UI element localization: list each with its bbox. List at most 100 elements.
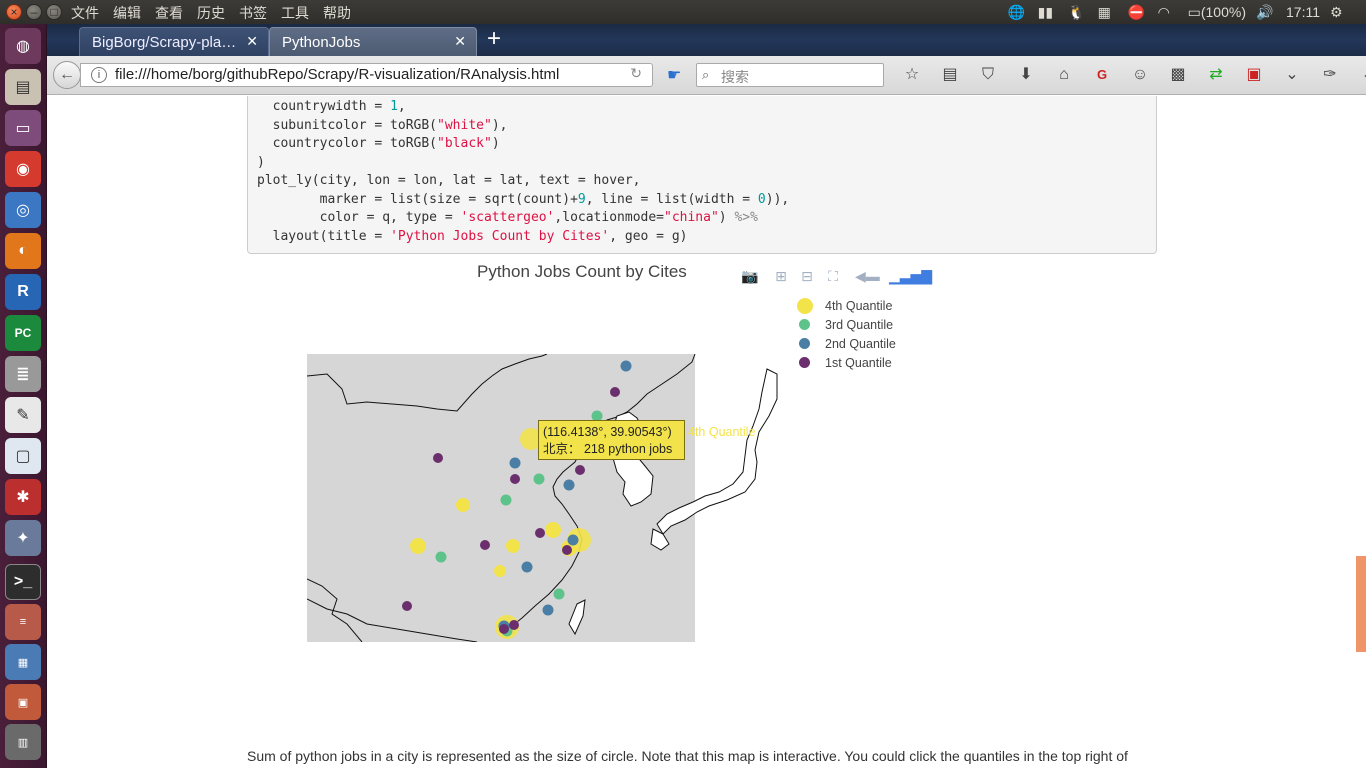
scrollbar-thumb[interactable] bbox=[1356, 556, 1366, 652]
penguin-icon[interactable]: 🐧 bbox=[1068, 4, 1088, 20]
firefox-icon[interactable]: ◐ bbox=[5, 233, 41, 269]
chromium-icon[interactable]: ◎ bbox=[5, 192, 41, 228]
navigation-toolbar: ← i file:///home/borg/githubRepo/Scrapy/… bbox=[47, 56, 1366, 95]
stack-icon[interactable]: ≡ bbox=[5, 604, 41, 640]
city-marker bbox=[521, 561, 533, 573]
zoom-in-icon[interactable]: ⊞ bbox=[773, 268, 789, 284]
maximize-icon: □ bbox=[50, 5, 58, 19]
system-tray: 🌐 ▮▮ 🐧 ▦ ⛔ ◠ ▭(100%) 🔊 17:11 ⚙ bbox=[1008, 0, 1366, 24]
code-line: countrycolor = toRGB("black") bbox=[257, 136, 500, 151]
legend-item-3rd[interactable]: 3rd Quantile bbox=[797, 315, 896, 334]
city-marker bbox=[563, 479, 575, 491]
legend-item-4th[interactable]: 4th Quantile bbox=[797, 296, 896, 315]
back-button[interactable]: ← bbox=[53, 61, 81, 89]
city-marker bbox=[402, 601, 412, 611]
globe-icon[interactable]: 🌐 bbox=[1008, 4, 1028, 20]
news-icon[interactable]: ▣ bbox=[1241, 65, 1267, 85]
search-icon: ⌕ bbox=[702, 67, 710, 82]
hover-closest-icon[interactable]: ◀▬ bbox=[855, 268, 880, 284]
tooltip-series-label: 4th Quantile bbox=[688, 425, 756, 439]
battery-percent: (100%) bbox=[1200, 3, 1246, 20]
camera-icon[interactable]: 📷 bbox=[741, 268, 758, 284]
menu-edit[interactable]: 编辑 bbox=[113, 3, 141, 23]
menu-history[interactable]: 历史 bbox=[197, 3, 225, 23]
city-marker bbox=[535, 528, 545, 538]
close-icon[interactable]: ✕ bbox=[246, 33, 258, 50]
no-entry-icon[interactable]: ⛔ bbox=[1128, 4, 1148, 20]
dash-icon[interactable]: ◍ bbox=[5, 28, 41, 64]
arrow-left-icon: ← bbox=[59, 66, 75, 83]
search-input[interactable]: ⌕ 搜索 bbox=[696, 63, 884, 87]
geo-map[interactable] bbox=[307, 354, 779, 642]
clock[interactable]: 17:11 bbox=[1286, 4, 1320, 20]
minimize-icon: – bbox=[30, 5, 38, 19]
window-close-button[interactable]: × bbox=[6, 4, 22, 20]
volume-icon[interactable]: 🔊 bbox=[1256, 4, 1276, 20]
text-editor-icon[interactable]: ✎ bbox=[5, 397, 41, 433]
settings-icon[interactable]: ✱ bbox=[5, 479, 41, 515]
workspace-icon[interactable]: ▭ bbox=[5, 110, 41, 146]
city-marker bbox=[610, 387, 620, 397]
menu-bookmarks[interactable]: 书签 bbox=[239, 3, 267, 23]
tab-strip: BigBorg/Scrapy-pla… ✕ PythonJobs ✕ + bbox=[47, 24, 1366, 56]
plus-icon: + bbox=[487, 25, 502, 52]
reload-icon[interactable]: ↻ bbox=[630, 65, 642, 82]
archive-icon[interactable]: ▦ bbox=[5, 644, 41, 680]
city-marker bbox=[567, 534, 579, 546]
bookmark-hand-icon[interactable]: ☛ bbox=[667, 65, 681, 85]
r-icon[interactable]: R bbox=[5, 274, 41, 310]
legend-label: 4th Quantile bbox=[825, 298, 893, 313]
city-marker bbox=[545, 522, 561, 538]
scrollbar[interactable] bbox=[1356, 96, 1366, 768]
menu-file[interactable]: 文件 bbox=[71, 3, 99, 23]
menu-help[interactable]: 帮助 bbox=[323, 3, 351, 23]
arrows-icon[interactable]: ⇄ bbox=[1203, 65, 1229, 85]
zoom-out-icon[interactable]: ⊟ bbox=[799, 268, 815, 284]
info-icon[interactable]: i bbox=[91, 67, 107, 83]
smiley-icon[interactable]: ☺ bbox=[1127, 65, 1153, 85]
gm-icon[interactable]: G bbox=[1089, 65, 1115, 85]
tab-scrapy[interactable]: BigBorg/Scrapy-pla… ✕ bbox=[79, 27, 269, 56]
tweak-icon[interactable]: ✦ bbox=[5, 520, 41, 556]
chevron-down-icon[interactable]: ⌄ bbox=[1279, 65, 1305, 85]
reset-view-icon[interactable]: ⛶ bbox=[825, 268, 841, 284]
city-marker bbox=[553, 588, 565, 600]
new-tab-button[interactable]: + bbox=[487, 27, 501, 51]
trash-icon[interactable]: ▥ bbox=[5, 724, 41, 760]
extension-icon[interactable]: ✑ bbox=[1317, 65, 1343, 85]
netease-music-icon[interactable]: ◉ bbox=[5, 151, 41, 187]
pocket-icon[interactable]: ⛉ bbox=[975, 65, 1001, 85]
home-icon[interactable]: ⌂ bbox=[1051, 65, 1077, 85]
url-bar[interactable]: i file:///home/borg/githubRepo/Scrapy/R-… bbox=[80, 63, 653, 87]
gear-icon[interactable]: ⚙ bbox=[1330, 4, 1350, 20]
software-center-icon[interactable]: ▣ bbox=[5, 684, 41, 720]
code-line: layout(title = 'Python Jobs Count by Cit… bbox=[257, 228, 688, 244]
legend-label: 3rd Quantile bbox=[825, 317, 894, 332]
star-icon[interactable]: ☆ bbox=[899, 65, 925, 85]
terminal-icon[interactable]: >_ bbox=[5, 564, 41, 600]
reading-list-icon[interactable]: ▤ bbox=[937, 65, 963, 85]
battery-indicator[interactable]: ▭(100%) bbox=[1188, 4, 1246, 21]
tab-pythonjobs[interactable]: PythonJobs ✕ bbox=[269, 27, 477, 56]
menu-tools[interactable]: 工具 bbox=[281, 3, 309, 23]
pycharm-icon[interactable]: PC bbox=[5, 315, 41, 351]
close-icon[interactable]: ✕ bbox=[454, 33, 466, 50]
qr-code-icon[interactable]: ▩ bbox=[1165, 65, 1191, 85]
document-viewer-icon[interactable]: ▢ bbox=[5, 438, 41, 474]
window-minimize-button[interactable]: – bbox=[26, 4, 42, 20]
database-icon[interactable]: ≣ bbox=[5, 356, 41, 392]
legend-item-2nd[interactable]: 2nd Quantile bbox=[797, 334, 896, 353]
legend-marker bbox=[799, 357, 810, 368]
wifi-icon[interactable]: ◠ bbox=[1158, 4, 1178, 20]
plot-title: Python Jobs Count by Cites bbox=[477, 262, 687, 281]
keyboard-icon[interactable]: ▮▮ bbox=[1038, 4, 1058, 20]
plotly-logo-icon[interactable]: ▁▃▅▇ bbox=[889, 268, 932, 284]
files-icon[interactable]: ▤ bbox=[5, 69, 41, 105]
window-maximize-button[interactable]: □ bbox=[46, 4, 62, 20]
app-menu-bar: 文件 编辑 查看 历史 书签 工具 帮助 bbox=[71, 3, 351, 23]
menu-view[interactable]: 查看 bbox=[155, 3, 183, 23]
chevron-down-icon[interactable]: ⌄ bbox=[1355, 65, 1366, 85]
download-icon[interactable]: ⬇ bbox=[1013, 65, 1039, 85]
legend-item-1st[interactable]: 1st Quantile bbox=[797, 353, 896, 372]
calendar-icon[interactable]: ▦ bbox=[1098, 4, 1118, 20]
